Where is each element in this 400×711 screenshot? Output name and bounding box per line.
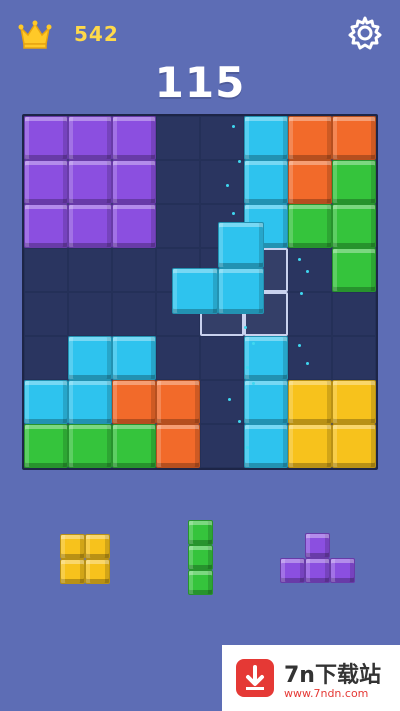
board-empty-cell — [332, 292, 376, 336]
board-empty-cell — [112, 248, 156, 292]
board-block-yellow — [332, 380, 376, 424]
board-block-cyan — [68, 380, 112, 424]
sparkle — [298, 258, 301, 261]
sparkle — [252, 382, 255, 385]
tray-block-purple — [330, 558, 355, 583]
watermark-badge: 7n下载站 www.7ndn.com — [222, 645, 400, 711]
board-block-purple — [68, 160, 112, 204]
board-block-green — [332, 204, 376, 248]
board-block-cyan — [68, 336, 112, 380]
board-empty-cell — [112, 292, 156, 336]
sparkle — [252, 342, 255, 345]
board-empty-cell — [200, 336, 244, 380]
sparkle — [244, 326, 247, 329]
tray-block-green — [188, 520, 213, 545]
board-block-yellow — [332, 424, 376, 468]
board-block-orange — [332, 116, 376, 160]
sparkle — [228, 398, 231, 401]
board-empty-cell — [24, 292, 68, 336]
tray-block-purple — [280, 558, 305, 583]
board-empty-cell — [24, 248, 68, 292]
score-counter: 115 — [154, 58, 246, 107]
dragging-piece-cell[interactable] — [218, 268, 264, 314]
board-block-orange — [288, 160, 332, 204]
dragging-piece-cell[interactable] — [218, 222, 264, 268]
sparkle — [238, 160, 241, 163]
board-block-orange — [288, 116, 332, 160]
board-block-cyan — [244, 160, 288, 204]
board-block-orange — [112, 380, 156, 424]
board-empty-cell — [68, 292, 112, 336]
board-block-green — [68, 424, 112, 468]
board-block-purple — [68, 116, 112, 160]
board-block-green — [112, 424, 156, 468]
watermark-url: www.7ndn.com — [284, 687, 369, 700]
board-block-purple — [112, 160, 156, 204]
board-block-orange — [156, 380, 200, 424]
sparkle — [226, 184, 229, 187]
board-block-green — [288, 204, 332, 248]
board-block-cyan — [24, 380, 68, 424]
board-empty-cell — [332, 336, 376, 380]
board-empty-cell — [156, 116, 200, 160]
board-empty-cell — [156, 336, 200, 380]
tray-block-purple — [305, 558, 330, 583]
download-icon — [236, 659, 274, 697]
board-block-cyan — [244, 424, 288, 468]
tray-block-purple — [305, 533, 330, 558]
board-block-orange — [156, 424, 200, 468]
board-block-yellow — [288, 380, 332, 424]
tray-block-yellow — [60, 559, 85, 584]
dragging-piece-cell[interactable] — [172, 268, 218, 314]
board-empty-cell — [288, 292, 332, 336]
tray-block-green — [188, 545, 213, 570]
sparkle — [246, 366, 249, 369]
board-block-purple — [24, 116, 68, 160]
board-block-cyan — [244, 116, 288, 160]
board-empty-cell — [68, 248, 112, 292]
board-block-purple — [24, 204, 68, 248]
board-empty-cell — [288, 336, 332, 380]
board-block-purple — [112, 116, 156, 160]
board-empty-cell — [200, 116, 244, 160]
board-empty-cell — [200, 160, 244, 204]
sparkle — [300, 292, 303, 295]
sparkle — [238, 420, 241, 423]
board-block-purple — [68, 204, 112, 248]
sparkle — [232, 125, 235, 128]
sparkle — [298, 344, 301, 347]
tray-block-yellow — [60, 534, 85, 559]
board-empty-cell — [156, 204, 200, 248]
board-empty-cell — [288, 248, 332, 292]
board-empty-cell — [24, 336, 68, 380]
board-block-cyan — [112, 336, 156, 380]
board-block-green — [332, 248, 376, 292]
board-block-yellow — [288, 424, 332, 468]
board-block-purple — [24, 160, 68, 204]
board-block-purple — [112, 204, 156, 248]
board-empty-cell — [200, 380, 244, 424]
tray-block-yellow — [85, 534, 110, 559]
board-block-green — [332, 160, 376, 204]
gear-icon[interactable] — [346, 14, 384, 52]
sparkle — [232, 212, 235, 215]
board-empty-cell — [200, 424, 244, 468]
board-block-green — [24, 424, 68, 468]
sparkle — [246, 446, 249, 449]
board-block-cyan — [244, 336, 288, 380]
tray-block-yellow — [85, 559, 110, 584]
watermark-title: 7n下载站 — [284, 663, 381, 688]
sparkle — [306, 270, 309, 273]
board-empty-cell — [156, 160, 200, 204]
sparkle — [306, 362, 309, 365]
best-score: 542 — [74, 22, 119, 46]
crown-icon — [18, 20, 52, 49]
board-block-cyan — [244, 380, 288, 424]
tray-block-green — [188, 570, 213, 595]
